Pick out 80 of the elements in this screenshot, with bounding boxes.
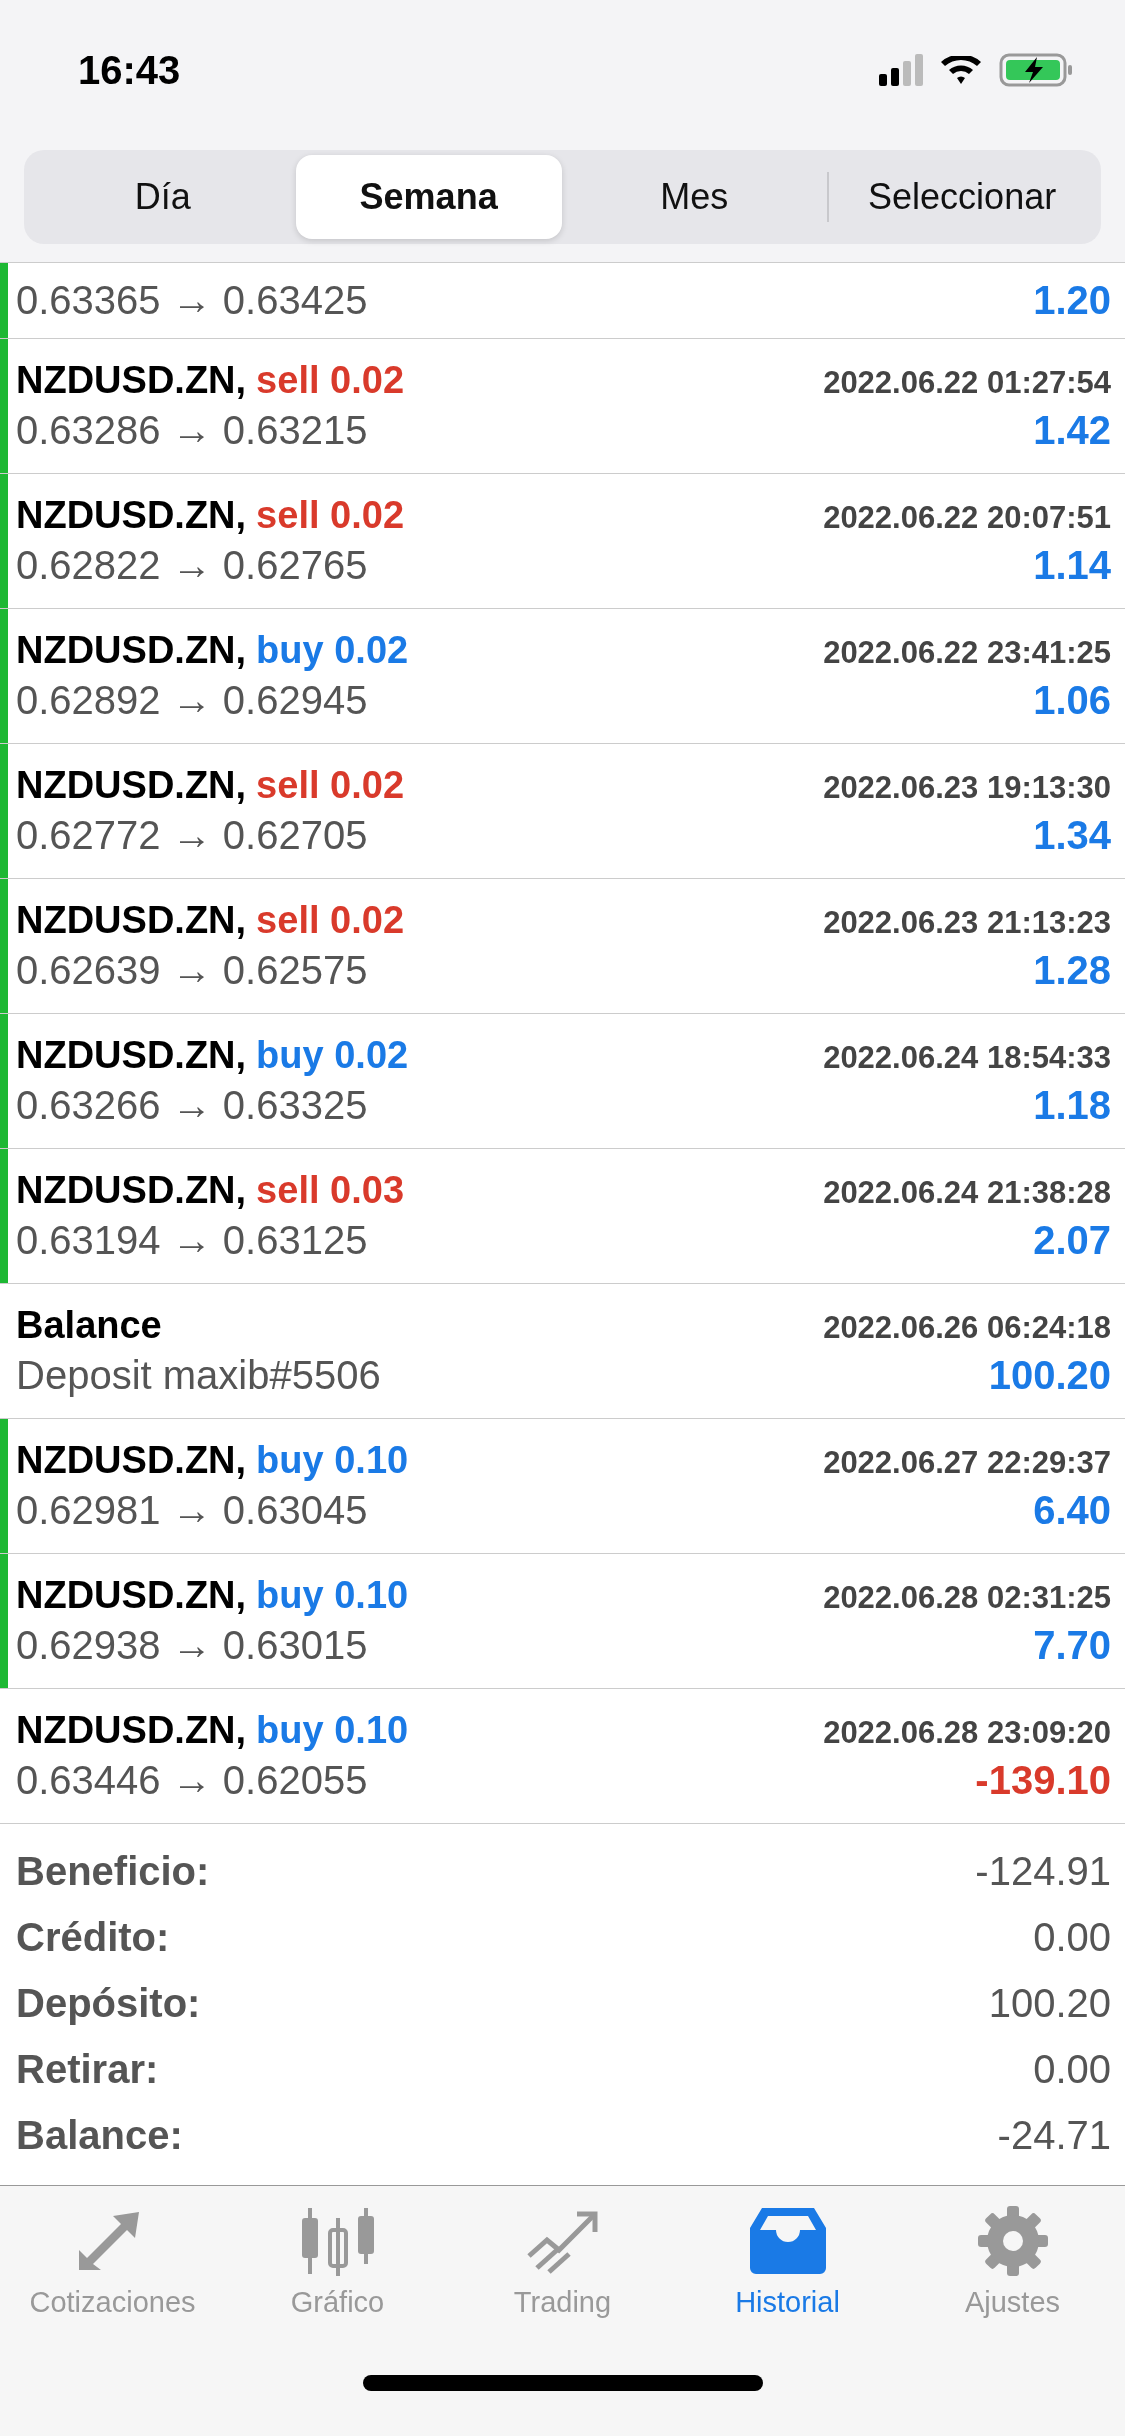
period-tab[interactable]: Semana bbox=[295, 155, 562, 239]
deal-prices: 0.62981 → 0.63045 bbox=[16, 1488, 368, 1533]
deal-profit: 2.07 bbox=[1033, 1218, 1111, 1263]
period-tab[interactable]: Mes bbox=[561, 155, 828, 239]
tab-bar-item[interactable]: Historial bbox=[675, 2206, 900, 2319]
deal-profit: 1.06 bbox=[1033, 678, 1111, 723]
deal-action: sell 0.03 bbox=[256, 1169, 404, 1212]
deal-prices: 0.63365 → 0.63425 bbox=[16, 278, 368, 323]
deal-prices: 0.63266 → 0.63325 bbox=[16, 1083, 368, 1128]
summary-label: Balance: bbox=[16, 2112, 183, 2158]
deal-time: 2022.06.26 06:24:18 bbox=[823, 1310, 1111, 1346]
deal-action: buy 0.10 bbox=[256, 1709, 409, 1752]
deal-prices: 0.63446 → 0.62055 bbox=[16, 1758, 368, 1803]
deal-prices: 0.62892 → 0.62945 bbox=[16, 678, 368, 723]
deal-profit: 6.40 bbox=[1033, 1488, 1111, 1533]
wifi-icon bbox=[941, 56, 981, 84]
deal-symbol: NZDUSD.ZN, bbox=[16, 899, 247, 942]
summary-label: Retirar: bbox=[16, 2046, 159, 2092]
deal-prices: 0.62772 → 0.62705 bbox=[16, 813, 368, 858]
deal-symbol: Balance bbox=[16, 1304, 162, 1347]
period-tab[interactable]: Seleccionar bbox=[829, 155, 1095, 239]
summary-value: -124.91 bbox=[975, 1848, 1111, 1894]
deal-time: 2022.06.22 23:41:25 bbox=[823, 635, 1111, 671]
status-time: 16:43 bbox=[78, 47, 181, 93]
deal-profit: 100.20 bbox=[988, 1353, 1111, 1398]
deal-time: 2022.06.22 20:07:51 bbox=[823, 500, 1111, 536]
summary-value: 0.00 bbox=[1033, 1914, 1111, 1960]
summary-value: -24.71 bbox=[997, 2112, 1111, 2158]
deal-time: 2022.06.24 18:54:33 bbox=[823, 1040, 1111, 1076]
deal-profit: 1.20 bbox=[1033, 278, 1111, 323]
deal-profit: -139.10 bbox=[975, 1758, 1111, 1803]
deal-action: buy 0.02 bbox=[256, 629, 409, 672]
deal-time: 2022.06.23 21:13:23 bbox=[823, 905, 1111, 941]
deal-action: sell 0.02 bbox=[256, 764, 404, 807]
deal-time: 2022.06.28 23:09:20 bbox=[823, 1715, 1111, 1751]
deal-time: 2022.06.27 22:29:37 bbox=[823, 1445, 1111, 1481]
deal-comment: Deposit maxib#5506 bbox=[16, 1353, 381, 1398]
deal-prices: 0.62639 → 0.62575 bbox=[16, 948, 368, 993]
deal-symbol: NZDUSD.ZN, bbox=[16, 1439, 247, 1482]
summary-value: 100.20 bbox=[988, 1980, 1111, 2026]
deal-action: sell 0.02 bbox=[256, 899, 404, 942]
deal-action: buy 0.10 bbox=[256, 1574, 409, 1617]
inbox-icon bbox=[747, 2206, 828, 2276]
signal-icon bbox=[879, 54, 923, 86]
tab-bar-item[interactable]: Gráfico bbox=[225, 2206, 450, 2319]
deal-action: buy 0.02 bbox=[256, 1034, 409, 1077]
deal-symbol: NZDUSD.ZN, bbox=[16, 359, 247, 402]
deal-time: 2022.06.22 01:27:54 bbox=[823, 365, 1111, 401]
deal-time: 2022.06.24 21:38:28 bbox=[823, 1175, 1111, 1211]
deal-symbol: NZDUSD.ZN, bbox=[16, 1034, 247, 1077]
deal-profit: 1.34 bbox=[1033, 813, 1111, 858]
summary-label: Beneficio: bbox=[16, 1848, 210, 1894]
deal-action: sell 0.02 bbox=[256, 359, 404, 402]
deal-profit: 1.28 bbox=[1033, 948, 1111, 993]
deal-profit: 1.18 bbox=[1033, 1083, 1111, 1128]
deal-symbol: NZDUSD.ZN, bbox=[16, 764, 247, 807]
deal-profit: 7.70 bbox=[1033, 1623, 1111, 1668]
summary-label: Depósito: bbox=[16, 1980, 201, 2026]
tab-bar-item[interactable]: Ajustes bbox=[900, 2206, 1125, 2319]
summary-value: 0.00 bbox=[1033, 2046, 1111, 2092]
deal-prices: 0.62938 → 0.63015 bbox=[16, 1623, 368, 1668]
deal-symbol: NZDUSD.ZN, bbox=[16, 1574, 247, 1617]
tab-bar-item[interactable]: Trading bbox=[450, 2206, 675, 2319]
deal-prices: 0.63286 → 0.63215 bbox=[16, 408, 368, 453]
deal-prices: 0.63194 → 0.63125 bbox=[16, 1218, 368, 1263]
deal-profit: 1.14 bbox=[1033, 543, 1111, 588]
deal-prices: 0.62822 → 0.62765 bbox=[16, 543, 368, 588]
period-tab[interactable]: Día bbox=[30, 155, 296, 239]
deal-action: sell 0.02 bbox=[256, 494, 404, 537]
deal-profit: 1.42 bbox=[1033, 408, 1111, 453]
deal-time: 2022.06.23 19:13:30 bbox=[823, 770, 1111, 806]
deal-symbol: NZDUSD.ZN, bbox=[16, 1169, 247, 1212]
summary-label: Crédito: bbox=[16, 1914, 170, 1960]
tab-bar-item[interactable]: Cotizaciones bbox=[0, 2206, 225, 2319]
deal-symbol: NZDUSD.ZN, bbox=[16, 629, 247, 672]
deal-symbol: NZDUSD.ZN, bbox=[16, 1709, 247, 1752]
deal-symbol: NZDUSD.ZN, bbox=[16, 494, 247, 537]
deal-time: 2022.06.28 02:31:25 bbox=[823, 1580, 1111, 1616]
battery-charging-icon bbox=[999, 53, 1073, 87]
deal-action: buy 0.10 bbox=[256, 1439, 409, 1482]
